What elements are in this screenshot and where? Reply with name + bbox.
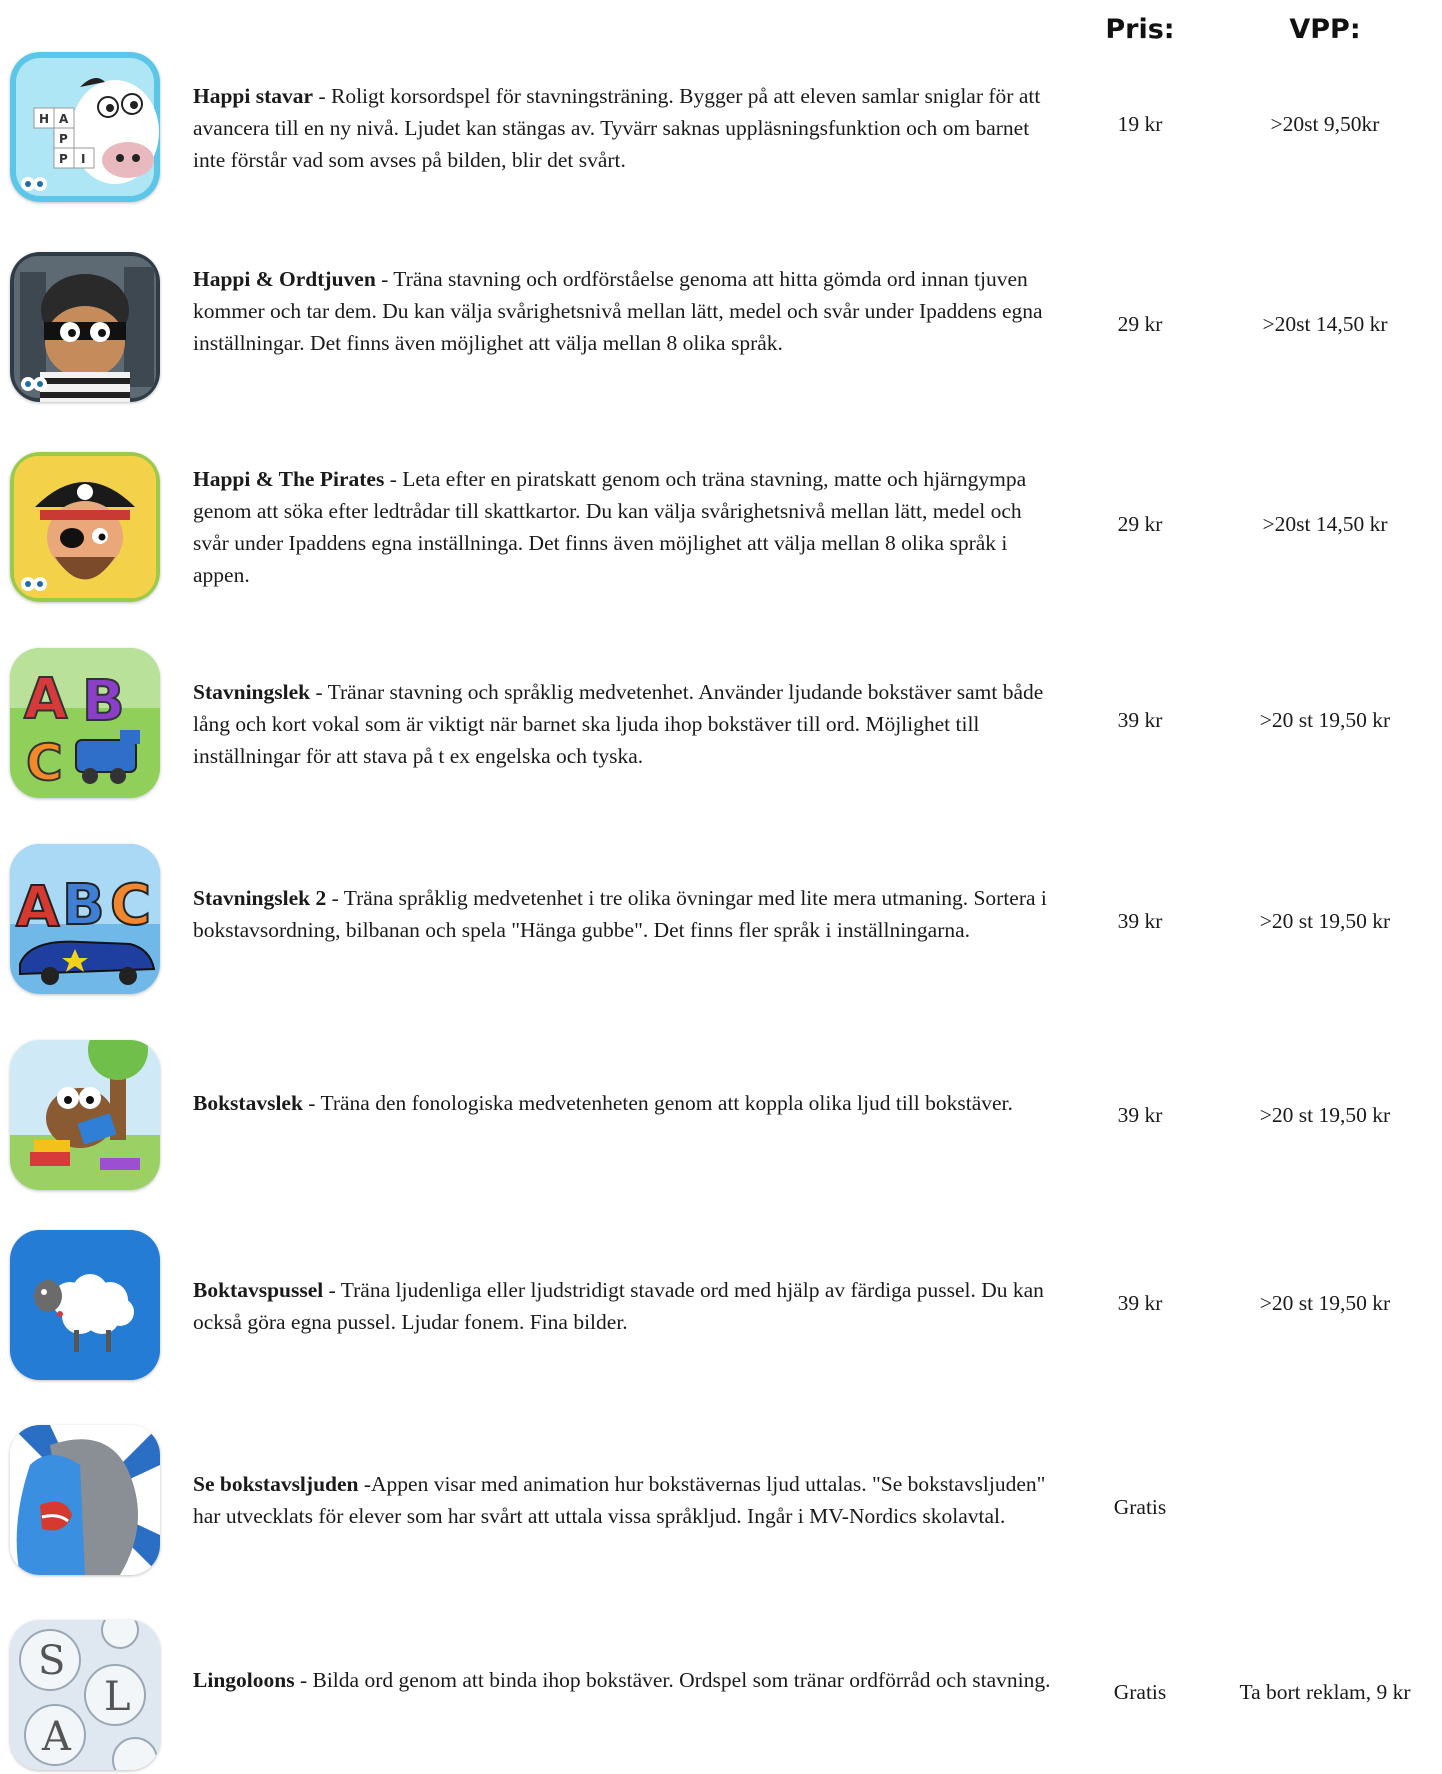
svg-text:P: P: [59, 152, 68, 166]
mouth-profile-icon: [10, 1425, 160, 1575]
app-name: Boktavspussel: [193, 1278, 324, 1302]
abc-car-icon: A B C: [10, 844, 160, 994]
svg-text:S: S: [38, 1638, 65, 1684]
app-name: Bokstavslek: [193, 1091, 303, 1115]
app-price: 29 kr: [1117, 312, 1163, 336]
app-name: Happi stavar: [193, 84, 314, 108]
app-price: Gratis: [1113, 1680, 1167, 1704]
svg-text:B: B: [62, 873, 105, 938]
app-description: Happi stavar - Roligt korsordspel för st…: [193, 80, 1053, 176]
app-description: Happi & Ordtjuven - Träna stavning och o…: [193, 263, 1053, 359]
app-price: 39 kr: [1117, 1103, 1163, 1127]
thief-icon: [10, 252, 160, 402]
app-description-text: - Roligt korsordspel för stavningstränin…: [193, 84, 1041, 172]
app-description-text: - Träna den fonologiska medvetenheten ge…: [302, 1091, 1013, 1115]
abc-train-icon: A B C: [10, 648, 160, 798]
cow-crossword-icon: H A P P I: [10, 52, 160, 202]
app-vpp: >20 st 19,50 kr: [1259, 708, 1391, 732]
app-vpp: >20 st 19,50 kr: [1259, 909, 1391, 933]
app-vpp: >20st 14,50 kr: [1262, 312, 1388, 336]
svg-text:A: A: [24, 667, 68, 732]
svg-text:H: H: [39, 112, 49, 126]
app-vpp: >20st 9,50kr: [1270, 112, 1380, 136]
app-name: Happi & Ordtjuven: [193, 267, 376, 291]
sheep-icon: [10, 1230, 160, 1380]
svg-text:A: A: [16, 875, 60, 940]
app-name: Stavningslek 2: [193, 886, 327, 910]
svg-text:L: L: [104, 1674, 131, 1720]
app-description: Happi & The Pirates - Leta efter en pira…: [193, 463, 1053, 591]
app-description: Lingoloons - Bilda ord genom att binda i…: [193, 1664, 1053, 1696]
app-name: Stavningslek: [193, 680, 311, 704]
pirate-icon: [10, 452, 160, 602]
app-name: Lingoloons: [193, 1668, 295, 1692]
app-price: Gratis: [1113, 1495, 1167, 1519]
app-price: 19 kr: [1117, 112, 1163, 136]
app-price: 29 kr: [1117, 512, 1163, 536]
app-vpp: >20 st 19,50 kr: [1259, 1103, 1391, 1127]
owl-reading-icon: [10, 1040, 160, 1190]
app-price: 39 kr: [1117, 1291, 1163, 1315]
app-name: Happi & The Pirates: [193, 467, 385, 491]
app-price: 39 kr: [1117, 909, 1163, 933]
letter-bubbles-icon: SLA: [10, 1620, 160, 1770]
svg-text:C: C: [110, 873, 151, 938]
app-name: Se bokstavsljuden: [193, 1472, 359, 1496]
price-column-header: Pris:: [1105, 14, 1175, 45]
app-description: Boktavspussel - Träna ljudenliga eller l…: [193, 1274, 1053, 1338]
app-price: 39 kr: [1117, 708, 1163, 732]
app-vpp: Ta bort reklam, 9 kr: [1239, 1680, 1411, 1704]
app-description-text: - Bilda ord genom att binda ihop bokstäv…: [294, 1668, 1051, 1692]
app-description: Stavningslek 2 - Träna språklig medveten…: [193, 882, 1053, 946]
svg-text:A: A: [59, 112, 69, 126]
app-vpp: >20 st 19,50 kr: [1259, 1291, 1391, 1315]
app-description: Se bokstavsljuden -Appen visar med anima…: [193, 1468, 1053, 1532]
app-description: Bokstavslek - Träna den fonologiska medv…: [193, 1087, 1053, 1119]
app-vpp: >20st 14,50 kr: [1262, 512, 1388, 536]
app-description-text: - Tränar stavning och språklig medvetenh…: [193, 680, 1044, 768]
svg-text:P: P: [59, 132, 68, 146]
vpp-column-header: VPP:: [1289, 14, 1361, 45]
app-description: Stavningslek - Tränar stavning och språk…: [193, 676, 1053, 772]
svg-text:B: B: [82, 669, 125, 734]
svg-text:I: I: [81, 152, 85, 166]
svg-text:C: C: [26, 734, 63, 792]
svg-text:A: A: [41, 1714, 72, 1760]
